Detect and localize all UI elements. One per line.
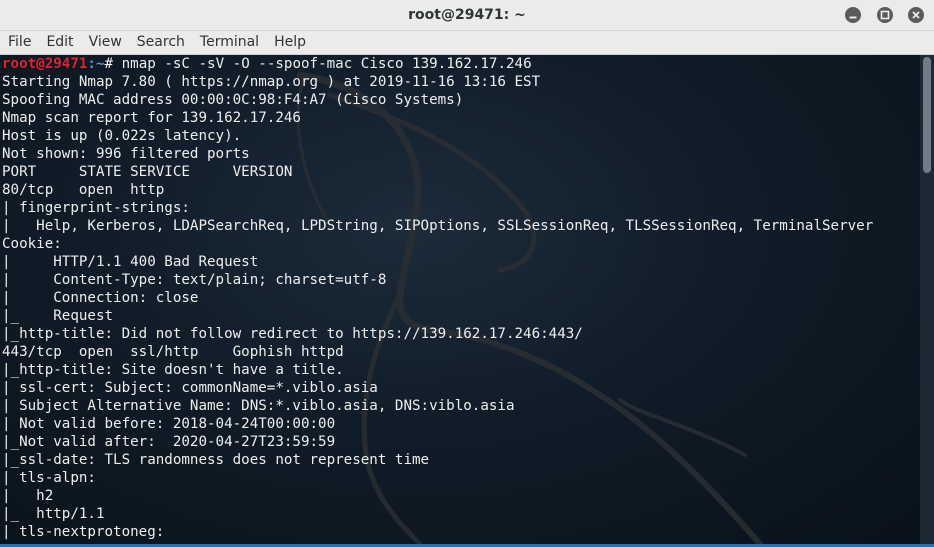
menu-edit[interactable]: Edit bbox=[38, 31, 80, 54]
close-icon bbox=[912, 11, 920, 19]
prompt-separator: : bbox=[87, 56, 96, 72]
menu-search[interactable]: Search bbox=[129, 31, 192, 54]
menu-bar: File Edit View Search Terminal Help bbox=[0, 31, 934, 55]
prompt-path: ~ bbox=[95, 56, 105, 72]
output-line: | fingerprint-strings: bbox=[2, 200, 190, 216]
output-line: | ssl-cert: Subject: commonName=*.viblo.… bbox=[2, 380, 378, 396]
menu-view[interactable]: View bbox=[81, 31, 129, 54]
prompt-symbol: # bbox=[104, 56, 122, 72]
title-bar[interactable]: root@29471: ~ bbox=[0, 0, 934, 31]
output-line: Not shown: 996 filtered ports bbox=[2, 146, 250, 162]
maximize-icon bbox=[880, 10, 890, 20]
terminal-output[interactable]: root@29471:~# nmap -sC -sV -O --spoof-ma… bbox=[0, 55, 920, 544]
output-line: Nmap scan report for 139.162.17.246 bbox=[2, 110, 301, 126]
window-title: root@29471: ~ bbox=[408, 7, 526, 23]
output-line: | Connection: close bbox=[2, 290, 199, 306]
close-button[interactable] bbox=[908, 7, 924, 23]
command-text: nmap -sC -sV -O --spoof-mac Cisco 139.16… bbox=[121, 56, 532, 72]
maximize-button[interactable] bbox=[877, 7, 893, 23]
output-line: |_Not valid after: 2020-04-27T23:59:59 bbox=[2, 434, 336, 450]
minimize-button[interactable] bbox=[845, 7, 861, 23]
output-line: |_ http/1.1 bbox=[2, 506, 105, 522]
output-line: PORT STATE SERVICE VERSION bbox=[2, 164, 293, 180]
output-line: |_http-title: Site doesn't have a title. bbox=[2, 362, 344, 378]
output-line: |_ssl-date: TLS randomness does not repr… bbox=[2, 452, 430, 468]
output-line: 443/tcp open ssl/http Gophish httpd bbox=[2, 344, 344, 360]
output-line: | Not valid before: 2018-04-24T00:00:00 bbox=[2, 416, 336, 432]
output-line: | Help, Kerberos, LDAPSearchReq, LPDStri… bbox=[2, 218, 874, 234]
output-line: Starting Nmap 7.80 ( https://nmap.org ) … bbox=[2, 74, 541, 90]
output-line: |_http-title: Did not follow redirect to… bbox=[2, 326, 583, 342]
menu-file[interactable]: File bbox=[0, 31, 38, 54]
minimize-icon bbox=[849, 16, 857, 19]
output-line: 80/tcp open http bbox=[2, 182, 165, 198]
output-line: Spoofing MAC address 00:00:0C:98:F4:A7 (… bbox=[2, 92, 464, 108]
scrollbar-thumb[interactable] bbox=[923, 57, 931, 173]
prompt-user: root@29471 bbox=[2, 56, 88, 72]
menu-help[interactable]: Help bbox=[266, 31, 313, 54]
vertical-scrollbar[interactable] bbox=[920, 55, 934, 544]
output-line: | tls-nextprotoneg: bbox=[2, 524, 165, 540]
output-line: | Subject Alternative Name: DNS:*.viblo.… bbox=[2, 398, 515, 414]
output-line: | Content-Type: text/plain; charset=utf-… bbox=[2, 272, 387, 288]
output-line: | tls-alpn: bbox=[2, 470, 96, 486]
output-line: | h2 bbox=[2, 488, 54, 504]
output-line: Cookie: bbox=[2, 236, 62, 252]
command-line: root@29471:~# nmap -sC -sV -O --spoof-ma… bbox=[2, 55, 532, 73]
output-line: |_ Request bbox=[2, 308, 114, 324]
menu-terminal[interactable]: Terminal bbox=[192, 31, 266, 54]
output-line: Host is up (0.022s latency). bbox=[2, 128, 242, 144]
output-line: | HTTP/1.1 400 Bad Request bbox=[2, 254, 259, 270]
